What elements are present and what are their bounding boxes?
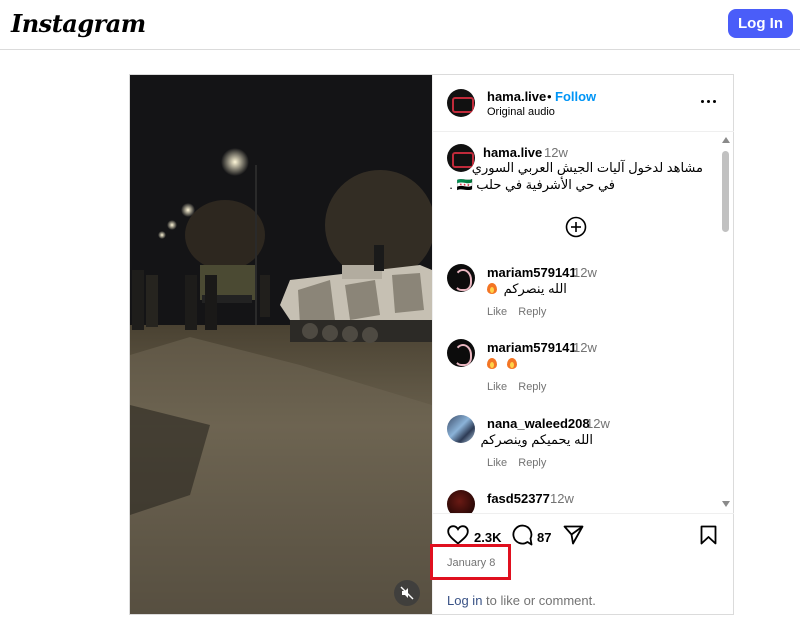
caption-time: 12w <box>544 145 568 160</box>
like-comment-button[interactable]: Like <box>487 457 507 469</box>
comment-time: 12w <box>573 340 597 355</box>
comment-text: الله يحميكم وينصركم <box>480 432 593 447</box>
comment-time: 12w <box>586 416 610 431</box>
post-side-panel: hama.live • Follow Original audio hama.l… <box>430 75 734 614</box>
comment-time: 12w <box>573 265 597 280</box>
login-link[interactable]: Log in <box>447 593 482 608</box>
caption-line-1: مشاهد لدخول آليات الجيش العربي السوري <box>471 160 703 175</box>
login-button[interactable]: Log In <box>728 9 793 38</box>
comment-username[interactable]: fasd52377 <box>487 491 550 506</box>
top-bar: Instagram Log In <box>0 0 800 50</box>
comment-username[interactable]: nana_waleed208 <box>487 416 590 431</box>
caption-username[interactable]: hama.live <box>483 145 542 160</box>
video-frame <box>130 75 432 614</box>
reply-button[interactable]: Reply <box>518 306 546 318</box>
like-comment-button[interactable]: Like <box>487 306 507 318</box>
post-actions: 2.3K 87 January 8 Log in to like or comm… <box>430 513 734 614</box>
login-prompt-text: to like or comment. <box>482 593 596 608</box>
more-options-dot <box>707 100 711 104</box>
post-card: hama.live • Follow Original audio hama.l… <box>129 74 734 615</box>
more-options-button[interactable] <box>700 92 718 110</box>
comment-actions: Like Reply <box>487 306 546 318</box>
fire-emoji-icon <box>506 357 517 369</box>
follow-button[interactable]: Follow <box>555 89 596 104</box>
comment-avatar[interactable] <box>447 415 475 443</box>
more-options-dot <box>713 100 717 104</box>
reply-button[interactable]: Reply <box>518 381 546 393</box>
caption-avatar[interactable] <box>447 144 475 172</box>
comment-icon[interactable] <box>511 524 533 546</box>
comments-list[interactable]: hama.live 12w مشاهد لدخول آليات الجيش ال… <box>433 133 734 513</box>
comment-time: 12w <box>550 491 574 506</box>
header-separator: • <box>547 89 552 104</box>
author-username[interactable]: hama.live <box>487 89 546 104</box>
scroll-down-arrow-icon[interactable] <box>722 501 730 507</box>
comment-text <box>487 356 517 371</box>
author-avatar[interactable] <box>447 89 475 117</box>
add-comment-icon[interactable] <box>565 216 587 238</box>
mute-icon <box>400 586 414 600</box>
comment-username[interactable]: mariam579141 <box>487 340 577 355</box>
heart-icon[interactable] <box>447 525 469 545</box>
like-count[interactable]: 2.3K <box>474 530 501 545</box>
audio-label[interactable]: Original audio <box>487 106 555 118</box>
comment-actions: Like Reply <box>487 381 546 393</box>
scroll-up-arrow-icon[interactable] <box>722 137 730 143</box>
comment-actions: Like Reply <box>487 457 546 469</box>
post-date[interactable]: January 8 <box>447 557 495 569</box>
post-header: hama.live • Follow Original audio <box>433 75 734 132</box>
comment-avatar[interactable] <box>447 339 475 367</box>
comment-text: الله ينصركم <box>487 281 567 297</box>
mute-button[interactable] <box>394 580 420 606</box>
like-comment-button[interactable]: Like <box>487 381 507 393</box>
instagram-logo[interactable]: Instagram <box>11 9 146 38</box>
comment-avatar[interactable] <box>447 264 475 292</box>
comment-text-body: الله ينصركم <box>503 281 567 296</box>
caption-line-2: في حي الأشرفية في حلب 🇸🇾 . <box>449 177 615 192</box>
login-prompt: Log in to like or comment. <box>447 593 596 608</box>
comments-scrollbar[interactable] <box>719 133 732 513</box>
reply-button[interactable]: Reply <box>518 457 546 469</box>
comment-username[interactable]: mariam579141 <box>487 265 577 280</box>
comment-avatar[interactable] <box>447 490 475 513</box>
scrollbar-thumb[interactable] <box>722 151 729 232</box>
comment-count[interactable]: 87 <box>537 530 551 545</box>
more-options-icon <box>701 100 705 104</box>
fire-emoji-icon <box>487 357 497 369</box>
share-icon[interactable] <box>563 525 584 545</box>
bookmark-icon[interactable] <box>700 525 717 545</box>
post-video[interactable] <box>130 75 432 614</box>
fire-emoji-icon <box>487 282 497 294</box>
